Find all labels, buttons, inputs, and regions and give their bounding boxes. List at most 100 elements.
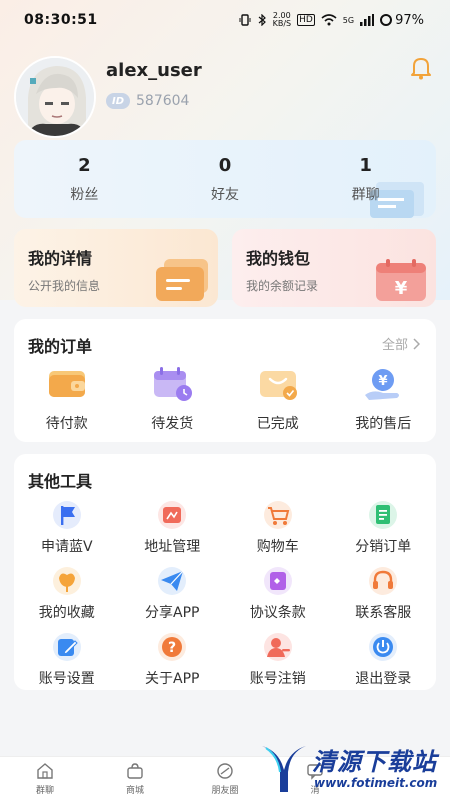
avatar[interactable] [14, 56, 96, 138]
watermark: 清源下载站 www.fotimeit.com [252, 740, 442, 798]
tool-label: 账号注销 [249, 671, 306, 687]
calendar-clock-icon [154, 367, 193, 401]
id-badge: ID [106, 93, 130, 109]
tool-label: 分享APP [145, 605, 200, 621]
battery-level: 97% [395, 12, 424, 28]
stat-label: 群聊 [351, 186, 380, 203]
stat-label: 好友 [211, 186, 239, 203]
order-completed[interactable]: 已完成 [225, 365, 331, 433]
battery: 97% [380, 13, 424, 28]
moments-icon [217, 763, 233, 779]
shop-bag-icon [127, 763, 143, 779]
wifi-icon [321, 14, 337, 26]
headset-icon [369, 567, 398, 595]
tool-account-deletion[interactable]: 账号注销 [225, 632, 331, 688]
nav-label: 群聊 [35, 786, 54, 796]
bell-icon[interactable] [408, 55, 434, 81]
order-pending-payment[interactable]: 待付款 [14, 365, 120, 433]
user-remove-icon [263, 633, 292, 661]
tool-label: 分销订单 [355, 539, 412, 555]
tool-label: 账号设置 [38, 671, 95, 687]
edit-icon [52, 633, 81, 661]
tool-my-favorites[interactable]: 我的收藏 [14, 566, 120, 622]
vibrate-icon [239, 14, 251, 26]
user-id-number: 587604 [136, 93, 190, 109]
stat-value: 2 [78, 154, 91, 176]
my-wallet-title: 我的钱包 [246, 249, 311, 268]
tool-account-settings[interactable]: 账号设置 [14, 632, 120, 688]
tool-agreement-terms[interactable]: 协议条款 [225, 566, 331, 622]
nav-group-chat[interactable]: 群聊 [0, 757, 90, 800]
order-label: 已完成 [256, 416, 299, 432]
watermark-logo-icon [262, 746, 306, 792]
wallet-icon [48, 371, 85, 397]
tools-section: 其他工具 申请蓝V 地址管理 购物车 分销订单 我的收藏 分享APP 协议条款 … [14, 454, 436, 690]
stat-value: 0 [218, 154, 232, 176]
stat-label: 粉丝 [70, 186, 99, 203]
status-time: 08:30:51 [24, 12, 98, 28]
tool-distribution-orders[interactable]: 分销订单 [331, 500, 437, 556]
watermark-text: 清源下载站 [312, 748, 437, 776]
tool-label: 退出登录 [355, 671, 412, 687]
status-bar: 08:30:51 2.00 KB/S HD 5G 97% [0, 0, 450, 40]
hd-indicator: HD [297, 14, 315, 26]
signal-icon [360, 14, 375, 26]
nav-label: 商城 [125, 786, 144, 796]
agreement-icon [263, 567, 292, 595]
tool-label: 关于APP [145, 671, 200, 687]
tool-shopping-cart[interactable]: 购物车 [225, 500, 331, 556]
flower-icon [52, 567, 81, 595]
stat-fans[interactable]: 2 粉丝 [14, 140, 155, 218]
order-label: 待发货 [151, 416, 194, 432]
tool-label: 我的收藏 [38, 605, 95, 621]
home-icon [37, 763, 53, 779]
my-details-title: 我的详情 [28, 249, 93, 268]
status-indicators: 2.00 KB/S HD 5G 97% [239, 12, 424, 28]
document-icon [369, 501, 398, 529]
nav-shop[interactable]: 商城 [90, 757, 180, 800]
signal-label: 5G [342, 15, 355, 25]
tool-label: 购物车 [256, 539, 299, 555]
order-pending-shipment[interactable]: 待发货 [120, 365, 226, 433]
nav-label: 朋友圈 [211, 786, 239, 796]
tools-grid: 申请蓝V 地址管理 购物车 分销订单 我的收藏 分享APP 协议条款 联系客服 … [14, 500, 436, 688]
stat-friends[interactable]: 0 好友 [155, 140, 296, 218]
tool-label: 协议条款 [249, 605, 306, 621]
order-label: 待付款 [45, 416, 88, 432]
tool-logout[interactable]: 退出登录 [331, 632, 437, 688]
user-id-row: ID 587604 [106, 93, 189, 109]
order-label: 我的售后 [355, 416, 412, 432]
stat-groups[interactable]: 1 群聊 [295, 140, 436, 218]
battery-icon [380, 14, 393, 26]
map-icon [158, 501, 187, 529]
bluetooth-icon [258, 14, 266, 26]
completed-box-icon [259, 371, 297, 400]
tool-address-management[interactable]: 地址管理 [120, 500, 226, 556]
chevron-right-icon [413, 337, 420, 350]
my-wallet-subtitle: 我的余额记录 [246, 279, 319, 293]
my-wallet-card[interactable]: 我的钱包 我的余额记录 ¥ [232, 229, 436, 307]
orders-see-all-link[interactable]: 全部 [382, 334, 420, 353]
tool-about-app[interactable]: ? 关于APP [120, 632, 226, 688]
my-details-card[interactable]: 我的详情 公开我的信息 [14, 229, 218, 307]
tool-label: 地址管理 [144, 539, 201, 555]
order-after-sales[interactable]: ¥ 我的售后 [331, 365, 437, 433]
question-icon: ? [158, 633, 187, 661]
after-sales-yen-symbol: ¥ [379, 374, 388, 389]
orders-section: 我的订单 全部 待付款 待发货 已完成 ¥ 我的售后 [14, 319, 436, 442]
paper-plane-icon [158, 567, 187, 595]
orders-row: 待付款 待发货 已完成 ¥ 我的售后 [14, 365, 436, 433]
cart-icon [263, 501, 292, 529]
see-all-label: 全部 [381, 338, 408, 353]
tool-share-app[interactable]: 分享APP [120, 566, 226, 622]
tools-title: 其他工具 [28, 472, 93, 491]
yen-hand-icon: ¥ [365, 369, 400, 400]
tool-apply-blue-v[interactable]: 申请蓝V [14, 500, 120, 556]
tool-label: 申请蓝V [40, 539, 93, 555]
my-details-subtitle: 公开我的信息 [28, 279, 101, 293]
username[interactable]: alex_user [106, 60, 202, 81]
tool-contact-support[interactable]: 联系客服 [331, 566, 437, 622]
net-speed: 2.00 KB/S [273, 12, 292, 28]
flag-icon [52, 501, 81, 529]
watermark-url: www.fotimeit.com [314, 776, 438, 790]
